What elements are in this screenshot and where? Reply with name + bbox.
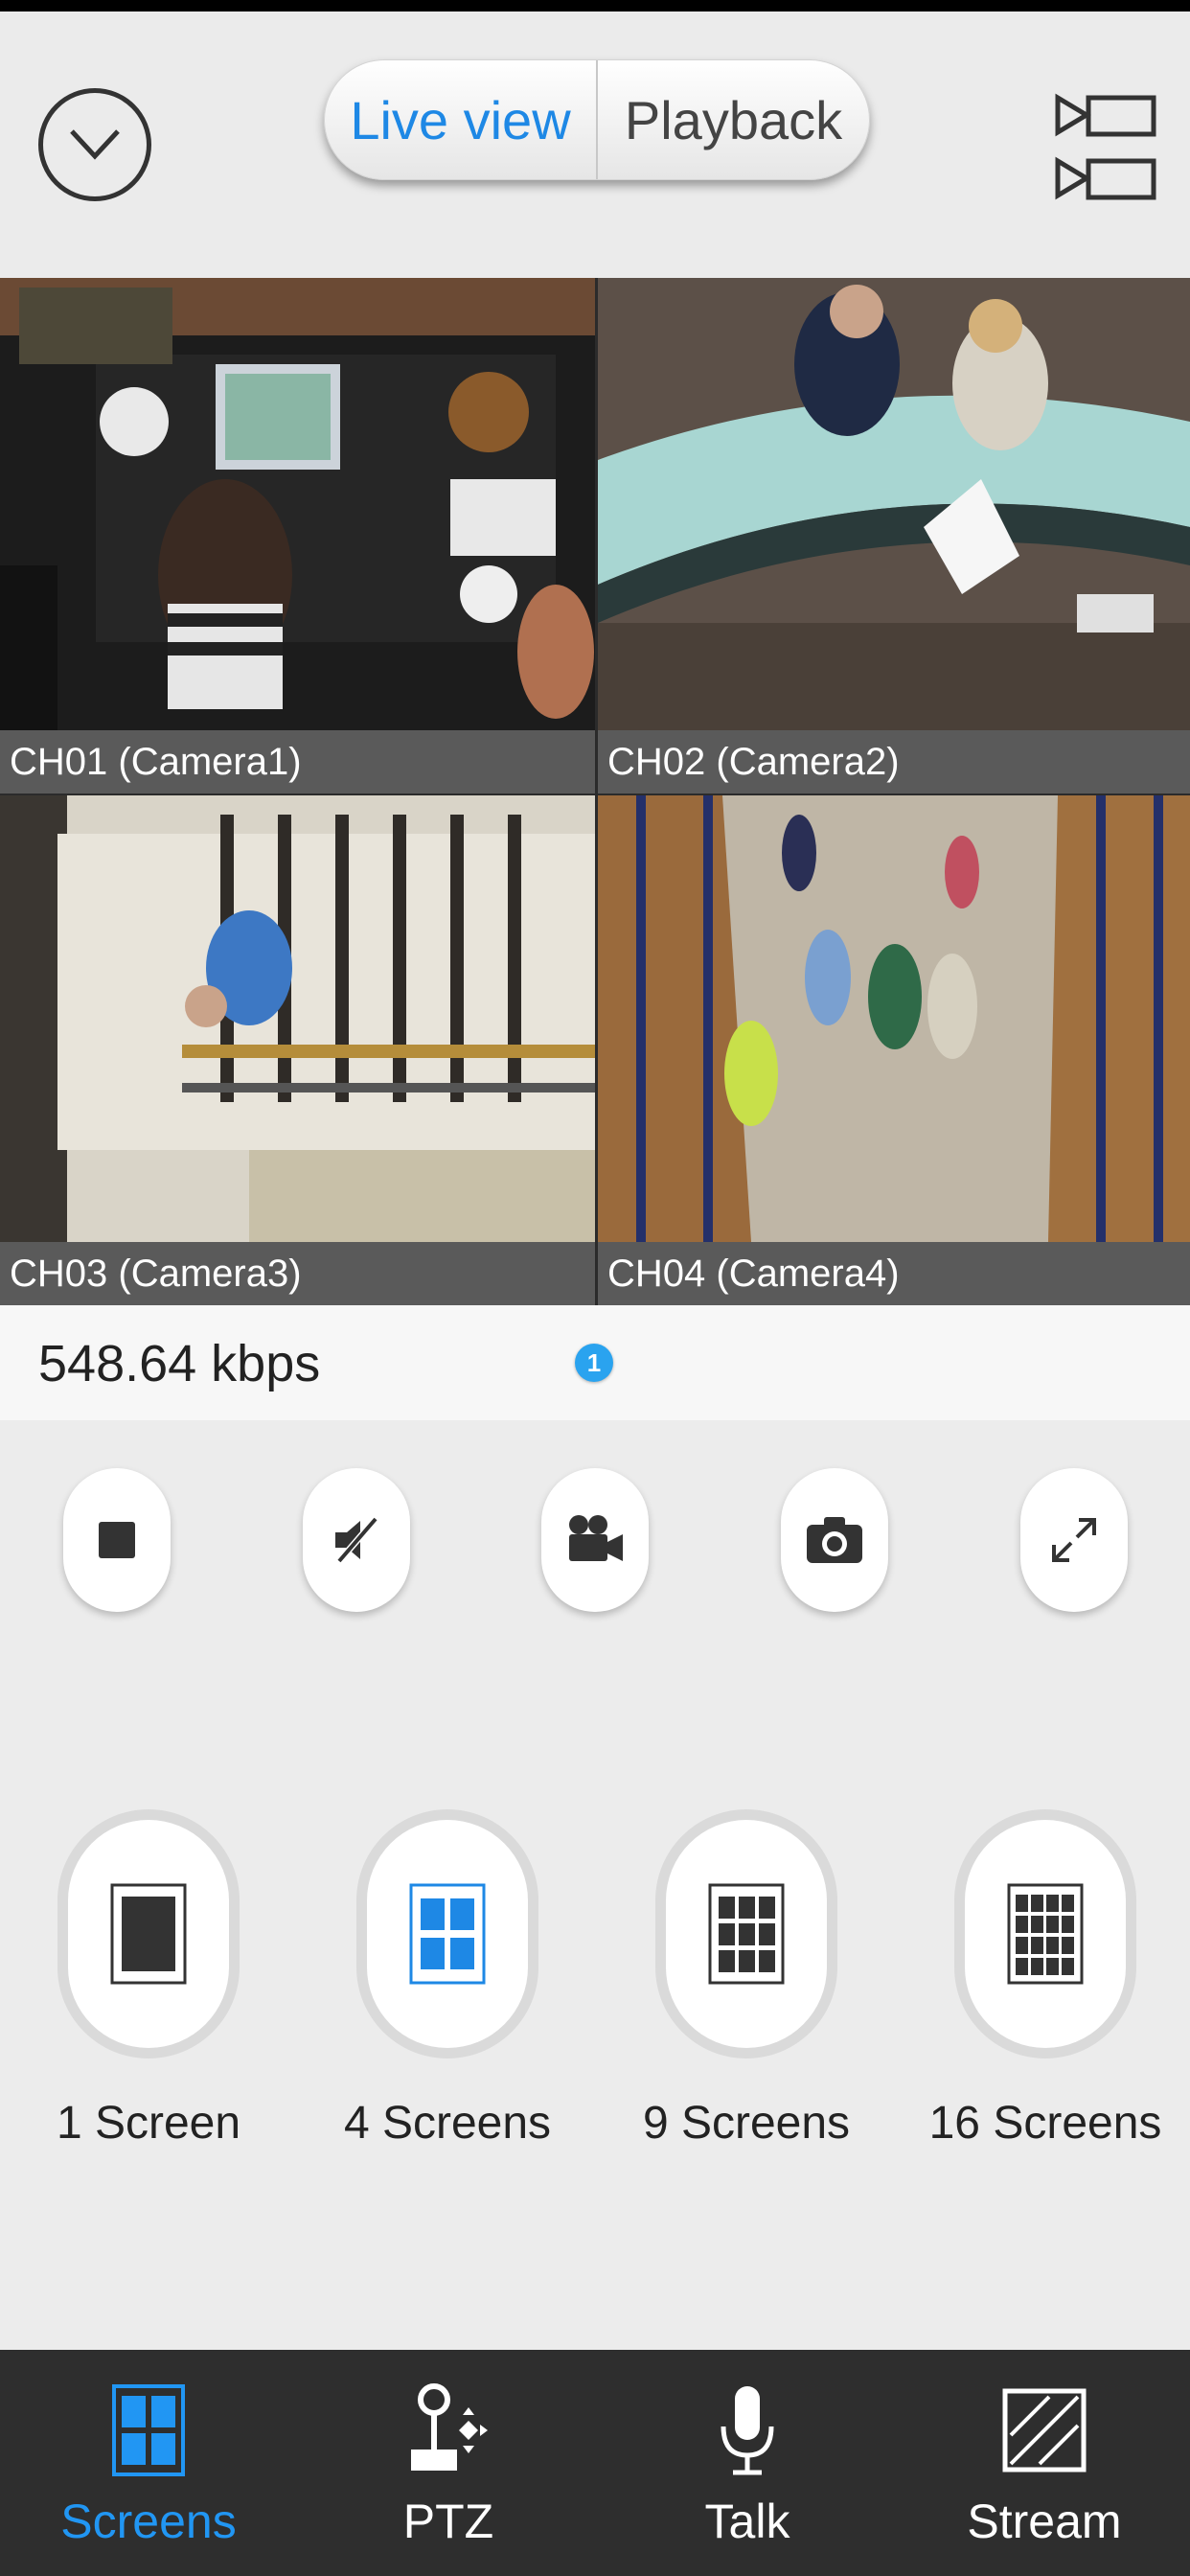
page-indicator[interactable]: 1 (575, 1344, 613, 1382)
screens-grid-icon (112, 2384, 185, 2476)
layout-9-screens[interactable]: 9 Screens (643, 1809, 850, 2174)
layout-16-screens[interactable]: 16 Screens (929, 1809, 1161, 2174)
quad-screen-icon (409, 1883, 486, 1985)
camera-feed-ch02 (598, 278, 1190, 730)
speaker-muted-icon (335, 1516, 378, 1564)
tab-label: Talk (704, 2495, 790, 2548)
screen-layout-selector: 1 Screen 4 Screens 9 Screens 16 Screens (0, 1809, 1190, 2350)
single-screen-icon (110, 1883, 187, 1985)
playback-tab[interactable]: Playback (596, 60, 869, 179)
stop-button[interactable] (63, 1468, 171, 1612)
video-camera-icon (569, 1515, 623, 1561)
tab-label: PTZ (402, 2495, 494, 2548)
chevron-down-icon (38, 88, 151, 201)
tab-screens[interactable]: Screens (29, 2350, 268, 2576)
tab-talk[interactable]: Talk (628, 2350, 867, 2576)
layout-label: 9 Screens (642, 2098, 851, 2149)
tab-label: Stream (967, 2495, 1122, 2548)
camera-icon (807, 1517, 862, 1563)
tab-label: Screens (60, 2495, 237, 2548)
playback-controls (0, 1420, 1190, 1852)
stop-icon (99, 1522, 135, 1558)
ptz-joystick-icon (411, 2383, 488, 2471)
layout-4-screens[interactable]: 4 Screens (344, 1809, 551, 2174)
sixteen-screen-icon (1007, 1883, 1084, 1985)
layout-label: 1 Screen (56, 2098, 241, 2149)
live-view-tab[interactable]: Live view (325, 60, 596, 179)
camera-tile-ch04[interactable]: CH04 (Camera4) (598, 795, 1190, 1305)
camera-tile-ch01[interactable]: CH01 (Camera1) (0, 278, 595, 794)
view-mode-switch: Live view Playback (324, 59, 870, 180)
camera-tile-ch02[interactable]: CH02 (Camera2) (598, 278, 1190, 794)
tab-ptz[interactable]: PTZ (329, 2350, 568, 2576)
bottom-nav: Screens PTZ Talk Stream (0, 2350, 1190, 2576)
camera-feed-ch01 (0, 278, 595, 730)
camera-caption-ch04: CH04 (Camera4) (598, 1242, 1190, 1305)
microphone-icon (721, 2386, 774, 2475)
status-bar (0, 0, 1190, 12)
stream-quality-icon (1002, 2388, 1087, 2472)
record-button[interactable] (541, 1468, 649, 1612)
camera-feed-ch03 (0, 795, 595, 1242)
camera-grid: CH01 (Camera1) CH02 (Camera2) CH03 (Came… (0, 278, 1190, 1305)
mute-button[interactable] (303, 1468, 410, 1612)
camera-tile-ch03[interactable]: CH03 (Camera3) (0, 795, 595, 1305)
camera-feed-ch04 (598, 795, 1190, 1242)
layout-label: 4 Screens (343, 2098, 552, 2149)
bitrate-readout: 548.64 kbps (38, 1335, 321, 1392)
camera-caption-ch02: CH02 (Camera2) (598, 730, 1190, 794)
snapshot-button[interactable] (781, 1468, 888, 1612)
device-list-button[interactable] (1054, 88, 1159, 213)
device-list-icon (1055, 93, 1156, 200)
top-bar: Live view Playback (0, 12, 1190, 278)
nine-screen-icon (708, 1883, 785, 1985)
tab-stream[interactable]: Stream (925, 2350, 1164, 2576)
camera-caption-ch03: CH03 (Camera3) (0, 1242, 595, 1305)
expand-icon (1052, 1518, 1096, 1562)
camera-caption-ch01: CH01 (Camera1) (0, 730, 595, 794)
fullscreen-button[interactable] (1020, 1468, 1128, 1612)
layout-label: 16 Screens (928, 2098, 1162, 2149)
collapse-button[interactable] (38, 69, 151, 220)
layout-1-screen[interactable]: 1 Screen (57, 1809, 249, 2174)
